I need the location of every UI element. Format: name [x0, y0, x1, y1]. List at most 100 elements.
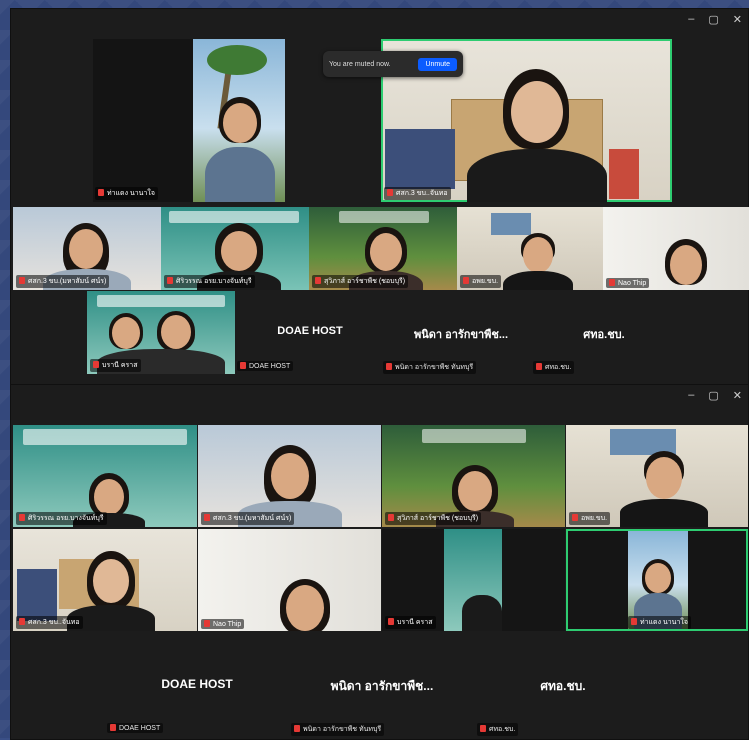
muted-mic-icon	[387, 189, 393, 196]
window-controls: – ▢ ✕	[688, 389, 742, 402]
muted-mic-icon	[240, 362, 246, 369]
meeting-window-bottom: – ▢ ✕ ศิริวรรณ อรย.บางจันท์บุรี ศสก.3 ขบ…	[10, 384, 749, 740]
video-tile-active-speaker[interactable]: ท่าแดง นานาใจ	[566, 529, 748, 631]
video-tile-participant[interactable]: อพย.ขบ.	[566, 425, 748, 527]
participant-card-name: DOAE HOST	[161, 677, 233, 691]
face	[93, 559, 129, 603]
video-tile-participant[interactable]	[193, 39, 285, 202]
face	[646, 457, 682, 499]
muted-mic-icon	[388, 514, 394, 521]
face	[286, 585, 324, 631]
muted-mic-icon	[294, 725, 300, 732]
muted-mic-icon	[167, 277, 173, 284]
muted-mic-icon	[110, 724, 116, 731]
video-tile-participant[interactable]: ศิริวรรณ อรย.บางจันท์บุรี	[161, 207, 309, 290]
video-tile-participant[interactable]: ศสก.3 ขบ.(มหาสัมน์ ศน์ร)	[13, 207, 161, 290]
maximize-button[interactable]: ▢	[708, 13, 718, 26]
binders	[17, 569, 57, 621]
shirt	[205, 147, 275, 202]
muted-mic-icon	[315, 277, 321, 284]
participant-card-name: พนิดา อารักขาพืช...	[330, 679, 434, 693]
participant-name-label: Nao Thip	[606, 278, 650, 288]
muted-mic-icon	[609, 279, 615, 286]
face	[645, 563, 671, 593]
video-tile-participant[interactable]: บรานี คราส	[87, 291, 235, 374]
participant-name-label: ศทอ.ชบ.	[477, 723, 519, 736]
face	[670, 245, 702, 285]
muted-mic-icon	[204, 514, 210, 521]
video-tile-participant[interactable]: ศสก.3 ขบ..จันทอ	[13, 529, 197, 631]
video-tile-participant[interactable]: ศสก.3 ขบ.(มหาสัมน์ ศน์ร)	[198, 425, 381, 527]
muted-mic-icon	[463, 277, 469, 284]
shirt	[467, 149, 607, 202]
participant-card-name: ศทอ.ชบ.	[540, 679, 586, 693]
participant-name-label: ศสก.3 ขบ.(มหาสัมน์ ศน์ร)	[16, 275, 110, 288]
muted-mic-icon	[631, 618, 637, 625]
participant-name-label: บรานี คราส	[90, 359, 141, 372]
participant-name-label: สุวิภาส์ อาร์ชาพืช (ชอบบุรี)	[385, 512, 482, 525]
participant-name-label: อพย.ขบ.	[460, 275, 502, 288]
participant-name-label: DOAE HOST	[107, 723, 164, 733]
video-tile-participant[interactable]: อพย.ขบ.	[457, 207, 603, 290]
face	[161, 315, 191, 349]
video-tile-participant[interactable]: บรานี คราส	[382, 529, 565, 631]
face	[223, 103, 257, 143]
slide-banner	[97, 295, 225, 307]
meeting-window-top: – ▢ ✕ ท่าแดง นานาใจ ศสก.3 ขบ..จันทอ You …	[10, 8, 749, 386]
video-tile-participant[interactable]: ศิริวรรณ อรย.บางจันท์บุรี	[13, 425, 197, 527]
face	[69, 229, 103, 269]
muted-mic-icon	[388, 618, 394, 625]
shirt	[620, 499, 708, 527]
muted-notification: You are muted now. Unmute	[323, 51, 463, 77]
muted-mic-icon	[386, 363, 392, 370]
window-controls: – ▢ ✕	[688, 13, 742, 26]
muted-mic-icon	[93, 361, 99, 368]
face	[112, 317, 140, 349]
participant-name-label: ท่าแดง นานาใจ	[628, 616, 691, 629]
binders	[385, 129, 455, 189]
muted-mic-icon	[480, 725, 486, 732]
video-tile-participant[interactable]: Nao Thip	[603, 207, 749, 290]
participant-card-name: พนิดา อารักขาพืช...	[413, 329, 509, 341]
video-tile-participant[interactable]: Nao Thip	[198, 529, 381, 631]
shirt	[503, 271, 573, 290]
unmute-button[interactable]: Unmute	[418, 57, 457, 71]
minimize-button[interactable]: –	[688, 13, 694, 26]
face	[370, 233, 402, 271]
slide-banner	[339, 211, 429, 223]
maximize-button[interactable]: ▢	[708, 389, 718, 402]
participant-name-label: ศทอ.ชบ.	[533, 361, 575, 374]
participant-name-label: DOAE HOST	[237, 361, 294, 371]
minimize-button[interactable]: –	[688, 389, 694, 402]
video-tile-participant[interactable]: สุวิภาส์ อาร์ชาพืช (ชอบบุรี)	[309, 207, 457, 290]
participant-card-name: ศทอ.ชบ.	[583, 329, 625, 341]
muted-mic-icon	[19, 618, 25, 625]
muted-notification-text: You are muted now.	[329, 60, 391, 68]
muted-mic-icon	[98, 189, 104, 196]
muted-mic-icon	[572, 514, 578, 521]
participant-name-label: ศสก.3 ขบ..จันทอ	[16, 616, 83, 629]
face	[94, 479, 124, 515]
slide-banner	[169, 211, 299, 223]
muted-mic-icon	[19, 514, 25, 521]
shirt	[462, 595, 502, 631]
wall-poster	[491, 213, 531, 235]
close-button[interactable]: ✕	[733, 389, 742, 402]
slide-banner	[23, 429, 187, 445]
face	[511, 81, 563, 143]
participant-name-label: Nao Thip	[201, 619, 245, 629]
muted-mic-icon	[19, 277, 25, 284]
participant-name-label: พนิดา อารักขาพืช ทันทบุรี	[383, 361, 477, 374]
boxes	[609, 149, 639, 199]
participant-name-label: พนิดา อารักขาพืช ทันทบุรี	[291, 723, 385, 736]
participant-name-label: ศิริวรรณ อรย.บางจันท์บุรี	[164, 275, 255, 288]
close-button[interactable]: ✕	[733, 13, 742, 26]
video-tile-participant[interactable]: สุวิภาส์ อาร์ชาพืช (ชอบบุรี)	[382, 425, 565, 527]
participant-name-label: ท่าแดง นานาใจ	[95, 187, 158, 200]
participant-name-label: บรานี คราส	[385, 616, 436, 629]
participant-card-name: DOAE HOST	[277, 325, 343, 337]
participant-name-label: ศสก.3 ขบ.(มหาสัมน์ ศน์ร)	[201, 512, 295, 525]
face	[523, 237, 553, 273]
slide-banner	[422, 429, 526, 443]
muted-mic-icon	[204, 620, 210, 627]
